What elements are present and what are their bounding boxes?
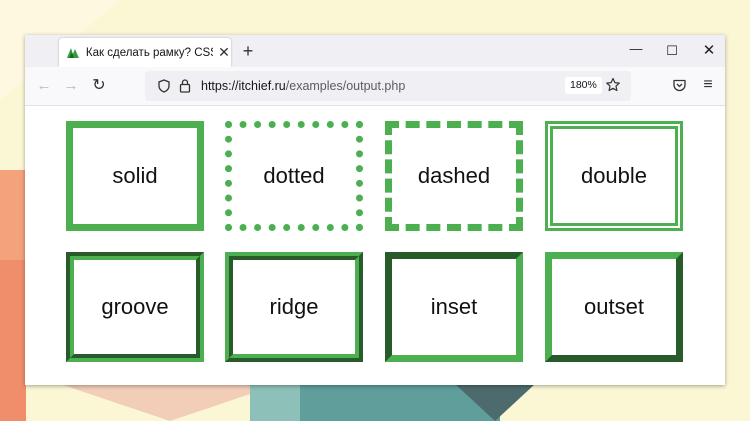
- background-shape-orange-dark: [0, 260, 26, 421]
- bookmark-star-icon[interactable]: [605, 77, 621, 93]
- url-host: https://itchief.ru: [201, 79, 286, 93]
- page-content: solid dotted dashed double groove ridge …: [25, 106, 725, 385]
- hamburger-menu-icon[interactable]: ≡: [700, 76, 716, 94]
- reload-icon[interactable]: ↻: [90, 77, 108, 95]
- tab-bar: Как сделать рамку? CSS-свойс ✕ + — ☐ ✕: [25, 35, 725, 67]
- close-tab-icon[interactable]: ✕: [217, 44, 231, 61]
- browser-tab[interactable]: Как сделать рамку? CSS-свойс ✕: [59, 38, 231, 67]
- pocket-icon[interactable]: [672, 78, 687, 93]
- zoom-level-button[interactable]: 180%: [565, 77, 602, 94]
- lock-icon[interactable]: [179, 78, 191, 93]
- itchief-favicon-icon: [66, 47, 79, 58]
- border-groove-box: groove: [66, 252, 204, 362]
- forward-arrow-icon[interactable]: →: [62, 77, 80, 95]
- url-text[interactable]: https://itchief.ru/examples/output.php: [201, 79, 405, 93]
- new-tab-button[interactable]: +: [239, 42, 257, 60]
- back-arrow-icon[interactable]: ←: [35, 77, 53, 95]
- border-dashed-box: dashed: [385, 121, 523, 231]
- tab-title: Как сделать рамку? CSS-свойс: [85, 46, 213, 59]
- border-dotted-box: dotted: [225, 121, 363, 231]
- close-window-icon[interactable]: ✕: [702, 41, 716, 59]
- shield-icon[interactable]: [157, 79, 171, 93]
- url-path: /examples/output.php: [285, 79, 406, 93]
- navigation-toolbar: ← → ↻ https://itchief.ru/examples/output…: [25, 67, 725, 106]
- border-ridge-box: ridge: [225, 252, 363, 362]
- border-solid-box: solid: [66, 121, 204, 231]
- minimize-icon[interactable]: —: [629, 41, 643, 56]
- maximize-icon[interactable]: ☐: [665, 43, 679, 59]
- border-outset-box: outset: [545, 252, 683, 362]
- address-bar[interactable]: https://itchief.ru/examples/output.php 1…: [145, 71, 631, 101]
- background-shape-triangle: [60, 384, 280, 421]
- border-inset-box: inset: [385, 252, 523, 362]
- browser-window: Как сделать рамку? CSS-свойс ✕ + — ☐ ✕ ←…: [25, 35, 725, 385]
- border-double-box: double: [545, 121, 683, 231]
- background-shape-dark: [455, 384, 535, 421]
